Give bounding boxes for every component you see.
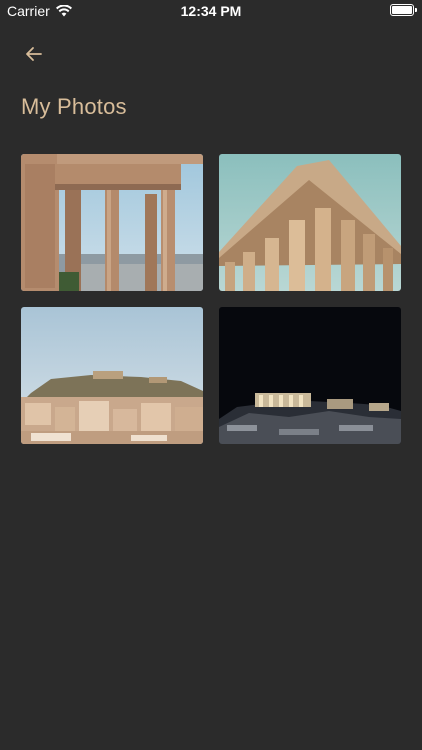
page-title: My Photos — [21, 94, 127, 119]
photo-acropolis-porch[interactable] — [21, 154, 203, 291]
photo-image — [219, 154, 401, 291]
photo-acropolis-night[interactable] — [219, 307, 401, 444]
back-button[interactable] — [20, 40, 48, 68]
status-time: 12:34 PM — [180, 3, 242, 19]
photo-image — [21, 154, 203, 291]
photo-image — [21, 307, 203, 444]
arrow-left-icon — [26, 47, 42, 61]
status-bar: Carrier 12:34 PM — [0, 0, 422, 22]
photo-parthenon[interactable] — [219, 154, 401, 291]
photo-image — [219, 307, 401, 444]
battery-icon — [390, 4, 417, 16]
photo-acropolis-city[interactable] — [21, 307, 203, 444]
